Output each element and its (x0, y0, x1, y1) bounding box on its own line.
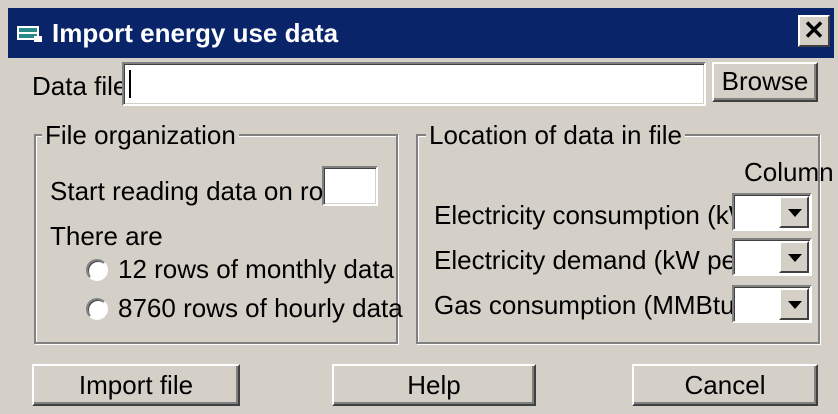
hourly-data-radio[interactable] (86, 298, 108, 320)
there-are-label: There are (50, 221, 163, 251)
cancel-button-label: Cancel (684, 370, 766, 400)
help-button[interactable]: Help (332, 364, 536, 406)
electricity-demand-label: Electricity demand (kW peak) (434, 245, 773, 275)
browse-button-label: Browse (721, 66, 809, 96)
chevron-down-icon[interactable] (779, 241, 809, 273)
cancel-button[interactable]: Cancel (632, 364, 818, 406)
start-row-label: Start reading data on row # (50, 176, 364, 206)
window-title: Import energy use data (52, 18, 339, 48)
close-button[interactable]: ✕ (798, 15, 830, 47)
chevron-down-icon[interactable] (779, 196, 809, 228)
browse-button[interactable]: Browse (712, 62, 818, 102)
monthly-data-radio[interactable] (86, 259, 108, 281)
title-bar[interactable]: Import energy use data ✕ (8, 8, 834, 58)
import-dialog: Import energy use data ✕ Data file: Brow… (0, 0, 838, 414)
start-row-input[interactable] (322, 166, 378, 206)
help-button-label: Help (407, 370, 461, 400)
gas-consumption-label: Gas consumption (MMBtu) (434, 290, 744, 320)
file-organization-legend: File organization (42, 121, 239, 149)
import-file-button[interactable]: Import file (32, 364, 240, 406)
location-legend: Location of data in file (426, 121, 685, 149)
electricity-demand-column-select[interactable] (732, 238, 812, 276)
monthly-data-label[interactable]: 12 rows of monthly data (118, 253, 394, 285)
electricity-consumption-column-select[interactable] (732, 193, 812, 231)
chevron-down-icon[interactable] (779, 288, 809, 320)
gas-consumption-column-select[interactable] (732, 285, 812, 323)
data-file-label: Data file: (32, 71, 135, 101)
close-icon: ✕ (803, 15, 825, 45)
text-caret (129, 70, 131, 98)
data-file-input[interactable] (122, 62, 706, 106)
electricity-consumption-label: Electricity consumption (kWh) (434, 200, 777, 230)
hourly-data-label[interactable]: 8760 rows of hourly data (118, 292, 403, 324)
column-header: Column (744, 157, 834, 187)
app-icon (17, 26, 42, 42)
import-file-button-label: Import file (78, 370, 194, 400)
